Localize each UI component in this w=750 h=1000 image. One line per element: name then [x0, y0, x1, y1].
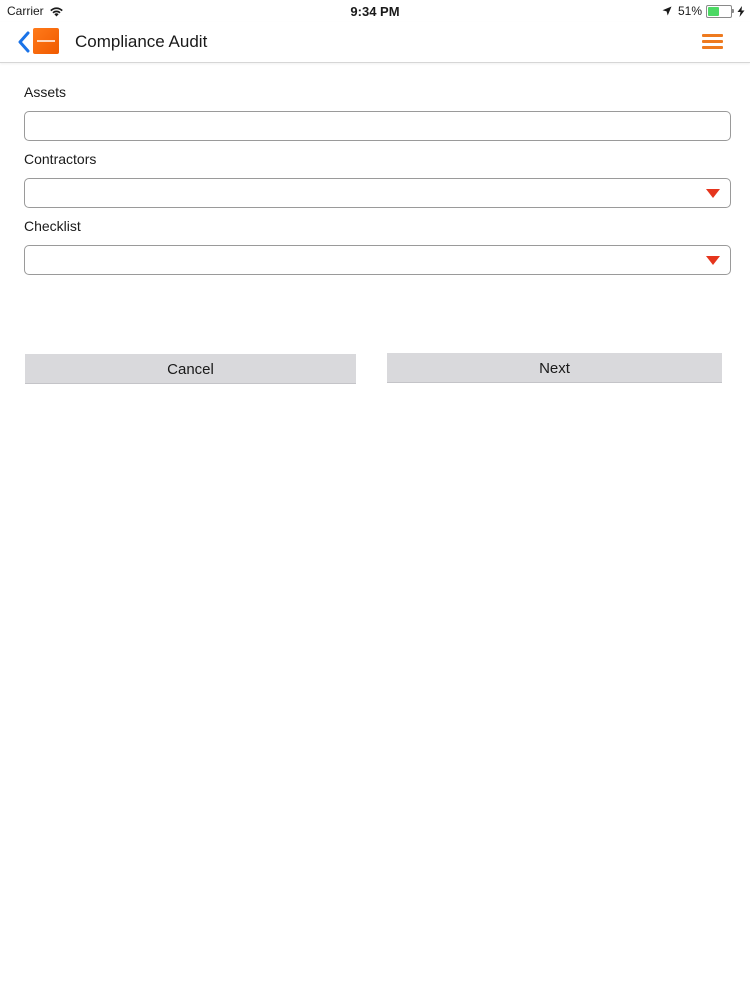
assets-label: Assets [24, 84, 67, 100]
assets-input[interactable] [24, 111, 731, 141]
app-logo [33, 28, 59, 54]
checklist-dropdown[interactable] [24, 245, 731, 275]
status-bar: Carrier 9:34 PM 51% [0, 0, 750, 22]
menu-bar-line [702, 46, 723, 49]
location-arrow-icon [662, 6, 672, 16]
navigation-bar: Compliance Audit [0, 22, 750, 63]
battery-icon [706, 4, 734, 18]
status-right: 51% [662, 4, 745, 18]
menu-bar-line [702, 34, 723, 37]
contractors-label: Contractors [24, 151, 97, 167]
page-title: Compliance Audit [75, 32, 208, 51]
contractors-dropdown[interactable] [24, 178, 731, 208]
status-time: 9:34 PM [350, 4, 400, 19]
chevron-left-icon[interactable] [17, 31, 31, 53]
charging-bolt-icon [737, 5, 745, 17]
dropdown-caret-icon [706, 256, 720, 265]
battery-level-fill [708, 6, 720, 16]
cancel-button[interactable]: Cancel [25, 354, 356, 384]
dropdown-caret-icon [706, 189, 720, 198]
form-actions: Cancel Next [0, 353, 750, 385]
next-button[interactable]: Next [387, 353, 722, 383]
battery-percent: 51% [677, 4, 702, 18]
audit-form: Assets Contractors Checklist [24, 84, 731, 275]
checklist-label: Checklist [24, 218, 81, 234]
menu-bar-line [702, 40, 723, 43]
hamburger-menu-icon[interactable] [702, 34, 723, 50]
